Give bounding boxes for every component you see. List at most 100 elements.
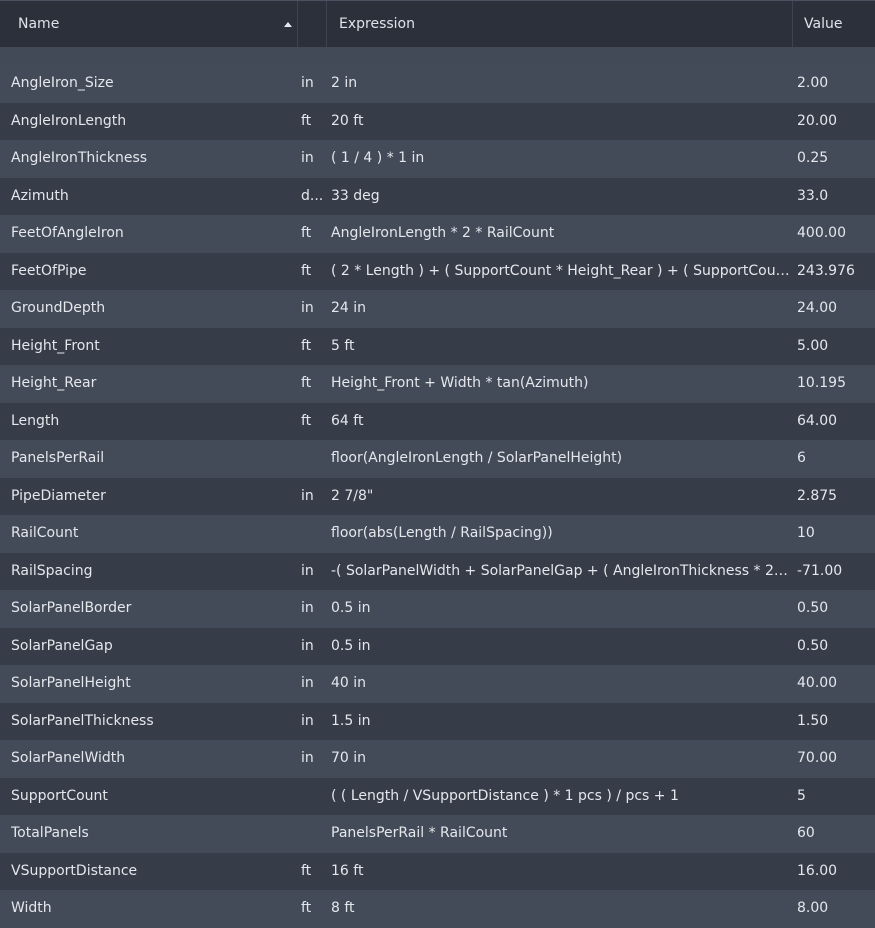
parameter-expression[interactable]: ( 2 * Length ) + ( SupportCount * Height… [331, 253, 790, 291]
parameters-table: Name Expression Value AngleIron_Size in 2 … [0, 0, 875, 928]
table-row[interactable]: Height_Rear ft Height_Front + Width * tan(… [0, 365, 875, 403]
parameter-name: FeetOfPipe [11, 262, 87, 279]
parameter-value: 2.875 [797, 487, 838, 504]
table-row[interactable]: RailCount floor(abs(Length / RailSpacing)… [0, 515, 875, 553]
parameter-expression[interactable]: 1.5 in [331, 703, 790, 741]
table-row[interactable]: SolarPanelBorder in 0.5 in 0.50 [0, 590, 875, 628]
parameter-expression[interactable]: floor(AngleIronLength / SolarPanelHeight… [331, 440, 790, 478]
table-row[interactable]: FeetOfPipe ft ( 2 * Length ) + ( SupportCo… [0, 252, 875, 291]
parameter-expression[interactable]: 2 7/8" [331, 478, 790, 516]
parameter-expression[interactable]: 2 in [331, 65, 790, 103]
parameter-name: SolarPanelGap [11, 637, 113, 654]
parameter-name: SolarPanelBorder [11, 600, 132, 616]
table-row[interactable]: SolarPanelWidth in 70 in 70.00 [0, 740, 875, 778]
parameter-name: SupportCount [11, 787, 108, 804]
table-row[interactable]: AngleIronLength ft 20 ft 20.00 [0, 102, 875, 141]
table-row[interactable]: GroundDepth in 24 in 24.00 [0, 290, 875, 328]
parameter-name: Width [11, 900, 52, 916]
parameter-expression[interactable]: 33 deg [331, 178, 790, 216]
parameter-name: TotalPanels [11, 825, 89, 841]
table-row[interactable]: AngleIronThickness in ( 1 / 4 ) * 1 in 0.25 [0, 140, 875, 178]
value-column-header[interactable]: Value [792, 1, 875, 47]
table-row[interactable]: FeetOfAngleIron ft AngleIronLength * 2 * R… [0, 215, 875, 253]
parameter-name: AngleIron_Size [11, 75, 114, 91]
parameter-unit: in [301, 712, 314, 729]
parameter-unit: ft [301, 112, 312, 129]
parameter-name: Length [11, 412, 60, 429]
parameter-expression[interactable]: floor(abs(Length / RailSpacing)) [331, 515, 790, 553]
parameter-expression[interactable]: AngleIronLength * 2 * RailCount [331, 215, 790, 253]
parameter-unit: in [301, 300, 314, 316]
table-row[interactable]: SolarPanelGap in 0.5 in 0.50 [0, 627, 875, 666]
table-row[interactable]: SolarPanelThickness in 1.5 in 1.50 [0, 702, 875, 741]
table-row[interactable]: Width ft 8 ft 8.00 [0, 890, 875, 928]
expression-column-header[interactable]: Expression [326, 1, 792, 47]
parameter-expression[interactable]: 16 ft [331, 853, 790, 891]
parameter-expression[interactable]: 0.5 in [331, 590, 790, 628]
table-row[interactable]: Length ft 64 ft 64.00 [0, 402, 875, 441]
parameter-unit: ft [301, 412, 312, 429]
parameter-unit: ft [301, 337, 312, 354]
table-row[interactable]: Azimuth d... 33 deg 33.0 [0, 177, 875, 216]
unit-column-header[interactable] [297, 1, 326, 47]
parameter-value: 16.00 [797, 862, 838, 879]
table-row[interactable]: SolarPanelHeight in 40 in 40.00 [0, 665, 875, 703]
parameter-name: PanelsPerRail [11, 450, 105, 466]
table-row[interactable]: VSupportDistance ft 16 ft 16.00 [0, 852, 875, 891]
parameter-name: SolarPanelWidth [11, 750, 126, 766]
parameter-value: 243.976 [797, 262, 855, 279]
parameter-expression[interactable]: 0.5 in [331, 628, 790, 666]
table-row[interactable]: RailSpacing in -( SolarPanelWidth + SolarP… [0, 552, 875, 591]
parameter-unit: d... [301, 187, 324, 204]
parameter-expression[interactable]: ( 1 / 4 ) * 1 in [331, 140, 790, 178]
name-column-label: Name [18, 16, 60, 32]
parameter-value: 40.00 [797, 675, 838, 691]
name-column-header[interactable]: Name [0, 1, 297, 47]
expression-column-label: Expression [339, 16, 415, 32]
parameter-name: RailSpacing [11, 562, 93, 579]
parameter-value: 70.00 [797, 750, 838, 766]
table-body: AngleIron_Size in 2 in 2.00 AngleIronLength f… [0, 65, 875, 928]
parameter-name: SolarPanelHeight [11, 675, 131, 691]
parameter-value: -71.00 [797, 562, 843, 579]
parameter-expression[interactable]: 5 ft [331, 328, 790, 366]
parameter-expression[interactable]: Height_Front + Width * tan(Azimuth) [331, 365, 790, 403]
table-header: Name Expression Value [0, 0, 875, 47]
table-row[interactable]: PanelsPerRail floor(AngleIronLength / Sol… [0, 440, 875, 478]
parameter-unit: in [301, 637, 314, 654]
parameter-expression[interactable]: 64 ft [331, 403, 790, 441]
parameter-unit: in [301, 487, 314, 504]
parameter-value: 0.25 [797, 150, 829, 166]
parameter-expression[interactable]: 8 ft [331, 890, 790, 928]
parameter-unit: in [301, 562, 314, 579]
parameter-expression[interactable]: PanelsPerRail * RailCount [331, 815, 790, 853]
parameter-name: VSupportDistance [11, 862, 138, 879]
table-row[interactable]: AngleIron_Size in 2 in 2.00 [0, 65, 875, 103]
parameter-unit: in [301, 150, 314, 166]
parameter-value: 10 [797, 525, 815, 541]
parameter-name: Height_Front [11, 337, 100, 354]
table-row[interactable]: TotalPanels PanelsPerRail * RailCount 60 [0, 815, 875, 853]
parameter-expression[interactable]: 20 ft [331, 103, 790, 141]
parameter-unit: ft [301, 862, 312, 879]
table-row[interactable]: SupportCount ( ( Length / VSupportDistanc… [0, 777, 875, 816]
parameter-name: Height_Rear [11, 375, 97, 391]
sort-ascending-icon[interactable] [284, 22, 292, 27]
parameter-value: 33.0 [797, 187, 829, 204]
parameter-name: AngleIronThickness [11, 150, 148, 166]
parameter-value: 20.00 [797, 112, 838, 129]
table-row[interactable]: PipeDiameter in 2 7/8" 2.875 [0, 477, 875, 516]
parameter-expression[interactable]: 40 in [331, 665, 790, 703]
parameter-expression[interactable]: -( SolarPanelWidth + SolarPanelGap + ( A… [331, 553, 790, 591]
table-row[interactable]: Height_Front ft 5 ft 5.00 [0, 327, 875, 366]
parameter-value: 24.00 [797, 300, 838, 316]
parameter-value: 5.00 [797, 337, 829, 354]
parameter-name: FeetOfAngleIron [11, 225, 124, 241]
parameter-value: 8.00 [797, 900, 829, 916]
parameter-unit: ft [301, 262, 312, 279]
parameter-expression[interactable]: 70 in [331, 740, 790, 778]
parameter-value: 0.50 [797, 637, 829, 654]
parameter-expression[interactable]: ( ( Length / VSupportDistance ) * 1 pcs … [331, 778, 790, 816]
parameter-expression[interactable]: 24 in [331, 290, 790, 328]
parameter-name: GroundDepth [11, 300, 106, 316]
